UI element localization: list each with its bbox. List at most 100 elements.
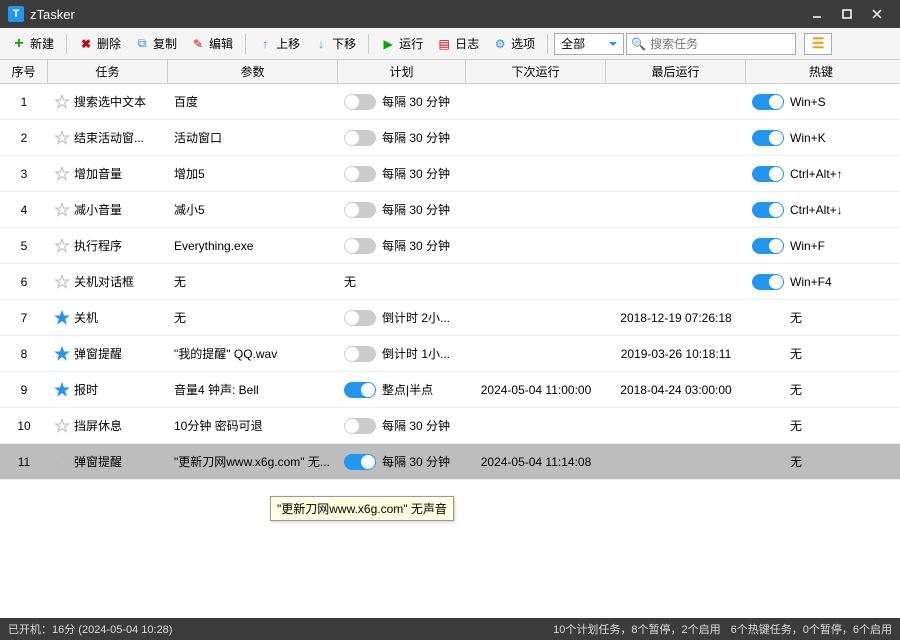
task-name: 搜索选中文本 — [74, 93, 146, 110]
star-icon[interactable] — [54, 238, 70, 254]
next-run: 2024-05-04 11:00:00 — [466, 383, 606, 397]
close-button[interactable] — [862, 0, 892, 28]
table-row[interactable]: 6 关机对话框 无 无 Win+F4 — [0, 264, 900, 300]
row-num: 7 — [0, 311, 48, 325]
hotkey-toggle[interactable] — [752, 94, 784, 110]
table-row[interactable]: 1 搜索选中文本 百度 每隔 30 分钟 Win+S — [0, 84, 900, 120]
list-toggle-button[interactable]: ☰ — [804, 33, 832, 55]
table-row[interactable]: 11 弹窗提醒 "更新刀网www.x6g.com" 无... 每隔 30 分钟 … — [0, 444, 900, 480]
down-button[interactable]: ↓下移 — [308, 32, 362, 55]
plan-toggle[interactable] — [344, 346, 376, 362]
gear-icon: ⚙ — [493, 37, 507, 51]
table-row[interactable]: 4 减小音量 减小5 每隔 30 分钟 Ctrl+Alt+↓ — [0, 192, 900, 228]
star-icon[interactable] — [54, 454, 70, 470]
search-box[interactable]: 🔍 — [626, 33, 796, 55]
filter-dropdown[interactable]: 全部 — [554, 33, 624, 55]
star-icon[interactable] — [54, 346, 70, 362]
table-row[interactable]: 8 弹窗提醒 "我的提醒" QQ.wav 倒计时 1小... 2019-03-2… — [0, 336, 900, 372]
star-icon[interactable] — [54, 418, 70, 434]
row-num: 10 — [0, 419, 48, 433]
pencil-icon: ✎ — [191, 37, 205, 51]
plan-toggle[interactable] — [344, 310, 376, 326]
plan-text: 每隔 30 分钟 — [382, 165, 450, 182]
plan-text: 每隔 30 分钟 — [382, 129, 450, 146]
col-next-header[interactable]: 下次运行 — [466, 60, 606, 83]
hotkey-text: 无 — [790, 381, 802, 398]
status-hotkey-count: 6个热键任务，0个暂停，6个启用 — [731, 621, 892, 637]
table-row[interactable]: 5 执行程序 Everything.exe 每隔 30 分钟 Win+F — [0, 228, 900, 264]
col-task-header[interactable]: 任务 — [48, 60, 168, 83]
col-num-header[interactable]: 序号 — [0, 60, 48, 83]
maximize-button[interactable] — [832, 0, 862, 28]
hotkey-text: Ctrl+Alt+↑ — [790, 167, 843, 181]
table-row[interactable]: 9 报时 音量4 钟声: Bell 整点|半点 2024-05-04 11:00… — [0, 372, 900, 408]
row-num: 3 — [0, 167, 48, 181]
star-icon[interactable] — [54, 166, 70, 182]
copy-icon: ⧉ — [135, 37, 149, 51]
app-logo: T — [8, 6, 24, 22]
search-icon: 🔍 — [631, 37, 646, 51]
list-icon: ▤ — [437, 37, 451, 51]
hotkey-text: 无 — [790, 309, 802, 326]
hotkey-text: Win+S — [790, 95, 826, 109]
table-row[interactable]: 3 增加音量 增加5 每隔 30 分钟 Ctrl+Alt+↑ — [0, 156, 900, 192]
star-icon[interactable] — [54, 202, 70, 218]
row-num: 1 — [0, 95, 48, 109]
table-row[interactable]: 2 结束活动窗... 活动窗口 每隔 30 分钟 Win+K — [0, 120, 900, 156]
hotkey-toggle[interactable] — [752, 130, 784, 146]
plan-toggle[interactable] — [344, 202, 376, 218]
table-row[interactable]: 10 挡屏休息 10分钟 密码可退 每隔 30 分钟 无 — [0, 408, 900, 444]
hotkey-text: Win+F — [790, 239, 825, 253]
copy-button[interactable]: ⧉复制 — [129, 32, 183, 55]
star-icon[interactable] — [54, 382, 70, 398]
task-name: 关机对话框 — [74, 273, 134, 290]
table-body: 1 搜索选中文本 百度 每隔 30 分钟 Win+S 2 结束活动窗... 活动… — [0, 84, 900, 618]
next-run: 2024-05-04 11:14:08 — [466, 455, 606, 469]
up-button[interactable]: ↑上移 — [252, 32, 306, 55]
param-cell: 活动窗口 — [168, 129, 338, 146]
options-button[interactable]: ⚙选项 — [487, 32, 541, 55]
plan-toggle[interactable] — [344, 166, 376, 182]
new-button[interactable]: +新建 — [6, 32, 60, 55]
minimize-button[interactable] — [802, 0, 832, 28]
star-icon[interactable] — [54, 94, 70, 110]
run-button[interactable]: ▶运行 — [375, 32, 429, 55]
star-icon[interactable] — [54, 130, 70, 146]
log-button[interactable]: ▤日志 — [431, 32, 485, 55]
plan-text: 每隔 30 分钟 — [382, 453, 450, 470]
delete-button[interactable]: ✖删除 — [73, 32, 127, 55]
hotkey-text: 无 — [790, 345, 802, 362]
hotkey-toggle[interactable] — [752, 238, 784, 254]
edit-button[interactable]: ✎编辑 — [185, 32, 239, 55]
hotkey-toggle[interactable] — [752, 166, 784, 182]
col-plan-header[interactable]: 计划 — [338, 60, 466, 83]
toolbar: +新建 ✖删除 ⧉复制 ✎编辑 ↑上移 ↓下移 ▶运行 ▤日志 ⚙选项 全部 🔍… — [0, 28, 900, 60]
plan-text: 无 — [344, 273, 356, 290]
titlebar: T zTasker — [0, 0, 900, 28]
star-icon[interactable] — [54, 274, 70, 290]
plus-icon: + — [12, 37, 26, 51]
status-plan-count: 10个计划任务，8个暂停，2个启用 — [553, 621, 720, 637]
hotkey-toggle[interactable] — [752, 202, 784, 218]
search-input[interactable] — [650, 37, 791, 51]
param-cell: 百度 — [168, 93, 338, 110]
statusbar: 已开机：16分 (2024-05-04 10:28) 10个计划任务，8个暂停，… — [0, 618, 900, 640]
plan-toggle[interactable] — [344, 382, 376, 398]
table-row[interactable]: 7 关机 无 倒计时 2小... 2018-12-19 07:26:18 无 — [0, 300, 900, 336]
col-param-header[interactable]: 参数 — [168, 60, 338, 83]
play-icon: ▶ — [381, 37, 395, 51]
plan-toggle[interactable] — [344, 94, 376, 110]
x-icon: ✖ — [79, 37, 93, 51]
plan-toggle[interactable] — [344, 238, 376, 254]
task-name: 关机 — [74, 309, 98, 326]
plan-toggle[interactable] — [344, 454, 376, 470]
hotkey-text: Ctrl+Alt+↓ — [790, 203, 843, 217]
col-hotkey-header[interactable]: 热键 — [746, 60, 896, 83]
plan-toggle[interactable] — [344, 418, 376, 434]
last-run: 2018-04-24 03:00:00 — [606, 383, 746, 397]
star-icon[interactable] — [54, 310, 70, 326]
plan-toggle[interactable] — [344, 130, 376, 146]
col-last-header[interactable]: 最后运行 — [606, 60, 746, 83]
hotkey-toggle[interactable] — [752, 274, 784, 290]
hotkey-text: 无 — [790, 453, 802, 470]
